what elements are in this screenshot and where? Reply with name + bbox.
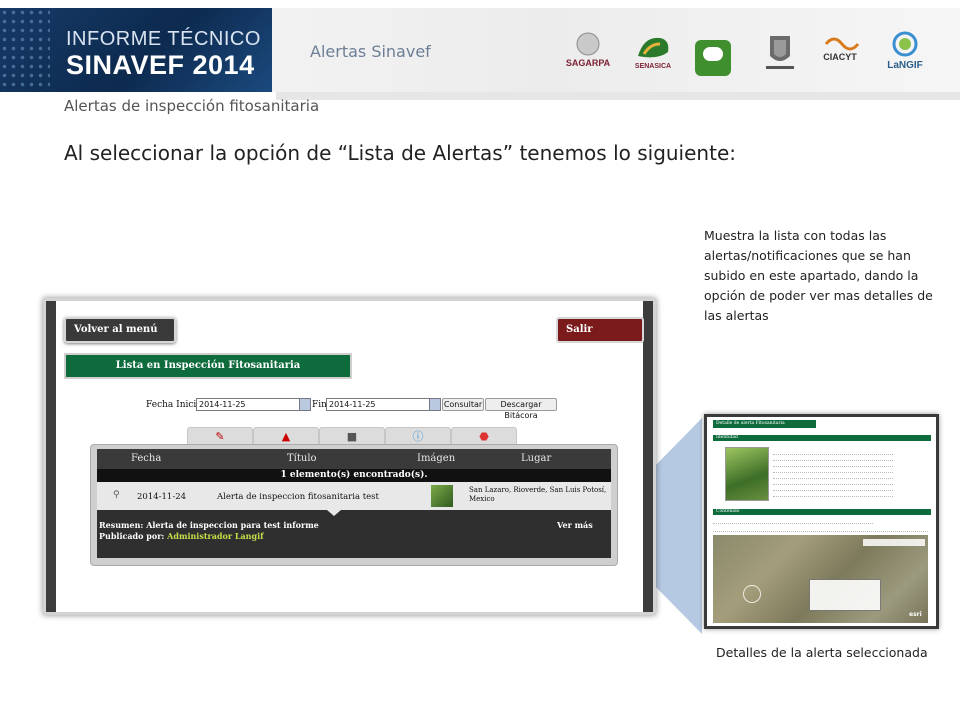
fecha-fin-input[interactable]: 2014-11-25 — [326, 398, 430, 411]
descargar-bitacora-button[interactable]: Descargar Bitácora — [485, 398, 557, 420]
esri-logo: esri — [909, 611, 922, 618]
tab-stop[interactable]: ⬣ — [451, 427, 517, 445]
report-banner: INFORME TÉCNICO SINAVEF 2014 — [0, 8, 272, 92]
header-title: Alertas Sinavef — [310, 42, 431, 61]
exit-button[interactable]: Salir — [556, 317, 644, 343]
row-titulo[interactable]: Alerta de inspeccion fitosanitaria test — [217, 492, 379, 502]
calendar-icon[interactable] — [299, 398, 311, 411]
fecha-inicio-input[interactable]: 2014-11-25 — [196, 398, 300, 411]
publicado-value: Administrador Langif — [167, 531, 264, 541]
banner-line1: INFORME TÉCNICO — [66, 28, 261, 50]
tab-inspection[interactable]: ✎ — [187, 427, 253, 445]
stop-icon: ⬣ — [479, 430, 489, 443]
satellite-map[interactable]: esri — [713, 535, 928, 623]
senasica-text: SENASICA — [635, 63, 671, 70]
publicado-line: Publicado por: Administrador Langif — [99, 531, 264, 541]
search-row-icon[interactable]: ⚲ — [113, 490, 120, 500]
results-panel: Fecha Título Imágen Lugar 1 elemento(s) … — [90, 444, 618, 566]
info-icon: ⓘ — [412, 430, 424, 443]
alert-list-screenshot: Volver al menú Salir Lista en Inspección… — [43, 298, 656, 615]
detail-window: Detalle de alerta Fitosanitaria Identida… — [707, 417, 936, 626]
langif-logo: LaNGIF — [880, 30, 930, 80]
header: INFORME TÉCNICO SINAVEF 2014 Alertas Sin… — [0, 0, 960, 100]
resumen-label: Resumen: — [99, 520, 144, 530]
sagarpa-text: SAGARPA — [566, 58, 611, 68]
contenido-bar: Contenido — [713, 509, 931, 515]
detail-title-bar: Detalle de alerta Fitosanitaria — [713, 420, 816, 428]
calendar-icon[interactable] — [429, 398, 441, 411]
committee-logo — [695, 40, 731, 76]
description-text: Muestra la lista con todas las alertas/n… — [704, 228, 933, 323]
banner-pattern — [0, 8, 50, 92]
resumen-line: Resumen: Alerta de inspeccion para test … — [99, 520, 319, 530]
tab-info[interactable]: ⓘ — [385, 427, 451, 445]
resumen-value: Alerta de inspeccion para test informe — [146, 520, 319, 530]
ciacyt-text: CIACYT — [823, 52, 857, 62]
map-nav-control[interactable] — [743, 585, 761, 603]
row-fecha: 2014-11-24 — [137, 492, 187, 502]
publicado-label: Publicado por: — [99, 531, 165, 541]
header-shadow — [276, 92, 960, 100]
alert-thumbnail[interactable] — [431, 485, 453, 507]
back-to-menu-button[interactable]: Volver al menú — [64, 317, 176, 343]
ver-mas-link[interactable]: Ver más — [557, 520, 593, 530]
langif-text: LaNGIF — [887, 60, 923, 71]
ciacyt-logo: CIACYT — [820, 30, 862, 80]
map-popup — [809, 579, 881, 611]
map-toolbar[interactable] — [863, 539, 925, 546]
col-imagen: Imágen — [417, 453, 456, 464]
plant-photo — [725, 447, 769, 501]
disk-icon: ■ — [346, 430, 358, 443]
detail-fields — [773, 449, 893, 497]
consultar-button[interactable]: Consultar — [442, 398, 484, 411]
slide-heading: Al seleccionar la opción de “Lista de Al… — [64, 141, 736, 165]
university-seal-logo — [760, 30, 800, 80]
col-lugar: Lugar — [521, 453, 552, 464]
results-count: 1 elemento(s) encontrado(s). — [97, 469, 611, 482]
row-lugar: San Lazaro, Rioverde, San Luis Potosí, M… — [469, 486, 607, 503]
alert-detail-screenshot: Detalle de alerta Fitosanitaria Identida… — [704, 414, 939, 629]
tab-warning[interactable]: ▲ — [253, 427, 319, 445]
identidad-bar: Identidad — [713, 435, 931, 441]
banner-line2: SINAVEF 2014 — [66, 50, 255, 80]
app-window: Volver al menú Salir Lista en Inspección… — [56, 301, 644, 612]
senasica-logo: SENASICA — [630, 30, 676, 80]
sagarpa-logo: SAGARPA — [558, 30, 618, 80]
content-line — [713, 519, 873, 524]
detail-caption: Detalles de la alerta seleccionada — [716, 645, 928, 660]
plant-alert-icon: ✎ — [215, 430, 225, 443]
content-line — [713, 527, 928, 532]
col-titulo: Título — [287, 453, 317, 464]
tab-save[interactable]: ■ — [319, 427, 385, 445]
list-title-bar: Lista en Inspección Fitosanitaria — [64, 353, 352, 379]
warning-icon: ▲ — [281, 430, 291, 443]
section-subtitle: Alertas de inspección fitosanitaria — [64, 97, 320, 115]
col-fecha: Fecha — [131, 453, 162, 464]
summary-pointer — [327, 510, 341, 516]
